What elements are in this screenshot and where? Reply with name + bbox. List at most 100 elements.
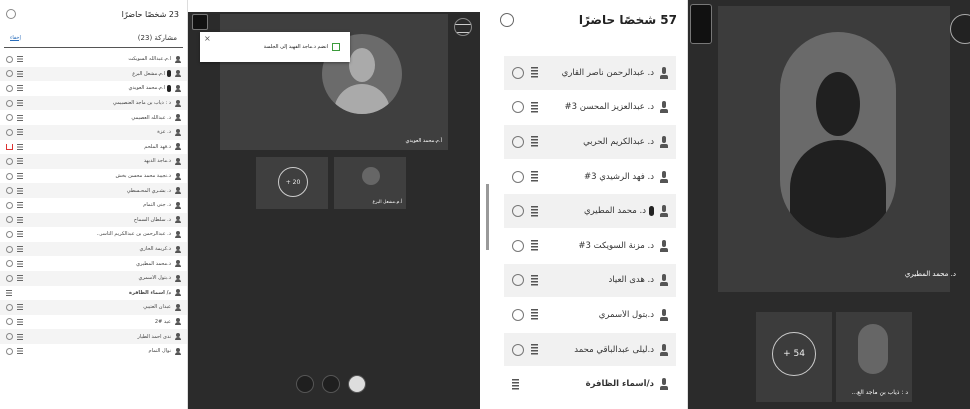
menu-icon[interactable] xyxy=(17,318,23,325)
menu-icon[interactable] xyxy=(512,378,519,390)
more-icon[interactable] xyxy=(6,187,13,195)
participant-row[interactable]: د.بتول الأسمري xyxy=(0,270,187,286)
menu-icon[interactable] xyxy=(17,187,23,194)
more-icon[interactable] xyxy=(6,333,13,341)
more-icon[interactable] xyxy=(512,135,524,148)
menu-icon[interactable] xyxy=(17,100,23,107)
participant-row[interactable]: أ.م.محمد العويدي xyxy=(0,81,187,96)
more-icon[interactable] xyxy=(6,318,13,326)
more-icon[interactable] xyxy=(6,274,13,282)
menu-icon[interactable] xyxy=(531,136,538,148)
menu-icon[interactable] xyxy=(17,202,23,209)
menu-icon[interactable] xyxy=(17,143,23,150)
more-icon[interactable] xyxy=(512,274,524,287)
menu-icon[interactable] xyxy=(17,85,23,92)
hamburger-menu-icon[interactable] xyxy=(950,14,970,44)
more-icon[interactable] xyxy=(6,245,13,253)
menu-icon[interactable] xyxy=(531,274,538,286)
participant-row[interactable]: د. جنى التمام xyxy=(0,198,187,213)
menu-icon[interactable] xyxy=(531,171,538,183)
participant-tile[interactable]: د : ذياب بن ماجد الع... xyxy=(836,312,912,402)
more-icon[interactable] xyxy=(512,66,524,79)
participant-tile[interactable]: أ.م.مشعل البرغ xyxy=(334,157,406,209)
menu-icon[interactable] xyxy=(17,304,23,311)
menu-icon[interactable] xyxy=(531,344,538,356)
mic-off-icon[interactable] xyxy=(322,375,340,393)
participant-row[interactable]: د. بشـري المحـسطي xyxy=(0,183,187,198)
more-icon[interactable] xyxy=(6,303,13,311)
menu-icon[interactable] xyxy=(17,260,23,267)
more-icon[interactable] xyxy=(512,205,524,218)
menu-icon[interactable] xyxy=(17,275,23,282)
more-icon[interactable] xyxy=(6,347,13,355)
participant-row[interactable]: د.كريمة الحازي xyxy=(0,241,187,257)
menu-icon[interactable] xyxy=(531,101,538,113)
participant-row[interactable]: د. عزة xyxy=(0,124,187,140)
hide-link[interactable]: إخفاء xyxy=(10,35,21,41)
participant-row[interactable]: نوال التمام xyxy=(0,344,187,359)
more-options-icon[interactable] xyxy=(6,9,16,19)
participant-row[interactable]: د/أسماء الظافرة xyxy=(504,367,676,402)
participant-row[interactable]: أ.م.عبدالله السويكت xyxy=(0,52,187,67)
more-icon[interactable] xyxy=(6,99,13,107)
camera-off-icon[interactable] xyxy=(296,375,314,393)
menu-icon[interactable] xyxy=(531,67,538,79)
menu-icon[interactable] xyxy=(17,216,23,223)
more-icon[interactable] xyxy=(6,216,13,224)
participant-row[interactable]: د.ماجد الدبهد xyxy=(0,154,187,169)
more-icon[interactable] xyxy=(6,157,13,165)
more-icon[interactable] xyxy=(6,70,13,78)
participant-row[interactable]: د.فهد الملحم xyxy=(0,140,187,155)
participant-row[interactable]: د. عبدالرحمن بن عبدالكريم التاسر.. xyxy=(0,227,187,242)
participant-row[interactable]: د.ليلى عبدالباقي محمد xyxy=(504,332,676,368)
menu-icon[interactable] xyxy=(17,70,23,77)
more-icon[interactable] xyxy=(6,260,13,268)
more-icon[interactable] xyxy=(6,230,13,238)
participant-row[interactable]: عبدان العتيبي xyxy=(0,300,187,315)
more-icon[interactable] xyxy=(6,114,13,122)
more-participants-tile[interactable]: + 20 xyxy=(256,157,328,209)
participant-row[interactable]: د.بتول الأسمري xyxy=(504,298,676,333)
menu-icon[interactable] xyxy=(17,129,23,136)
my-profile-icon[interactable] xyxy=(348,375,366,393)
more-icon[interactable] xyxy=(6,201,13,209)
menu-icon[interactable] xyxy=(17,333,23,340)
more-icon[interactable] xyxy=(6,172,13,180)
menu-icon[interactable] xyxy=(17,231,23,238)
menu-icon[interactable] xyxy=(17,173,23,180)
participant-row[interactable]: ندى أحمد الطيار xyxy=(0,329,187,344)
main-speaker-tile[interactable] xyxy=(718,6,950,292)
scrollbar[interactable] xyxy=(486,184,489,250)
more-participants-tile[interactable]: + 54 xyxy=(756,312,832,402)
participant-row[interactable]: د. عبدالرحمن ناصر القاري xyxy=(504,56,676,91)
more-icon[interactable] xyxy=(512,101,524,114)
menu-icon[interactable] xyxy=(17,158,23,165)
layout-icon[interactable] xyxy=(690,4,712,44)
more-options-icon[interactable] xyxy=(500,13,514,27)
menu-icon[interactable] xyxy=(17,246,23,253)
more-icon[interactable] xyxy=(6,128,13,136)
more-icon[interactable] xyxy=(512,239,524,252)
participant-row[interactable]: د : ذياب بن ماجد العنصبيمي xyxy=(0,95,187,111)
hamburger-menu-icon[interactable] xyxy=(454,18,472,36)
participant-row[interactable]: د.نجيبة محمد محسن بخش xyxy=(0,169,187,184)
menu-icon[interactable] xyxy=(17,114,23,121)
menu-icon[interactable] xyxy=(17,348,23,355)
close-icon[interactable]: × xyxy=(204,34,211,43)
more-icon[interactable] xyxy=(512,343,524,356)
participant-row[interactable]: د. فهد الرشيدي 3# xyxy=(504,160,676,195)
layout-icon[interactable] xyxy=(192,14,208,30)
participant-row[interactable]: د. عبدالعزيز المحسن 3# xyxy=(504,91,676,126)
more-icon[interactable] xyxy=(6,84,13,92)
participant-row[interactable]: د. محمد المطيري xyxy=(504,194,676,229)
menu-icon[interactable] xyxy=(531,205,538,217)
participant-row[interactable]: د. سلطان السماح xyxy=(0,212,187,228)
participant-row[interactable]: أ.م.مشعل البرغ xyxy=(0,66,187,82)
menu-icon[interactable] xyxy=(17,56,23,63)
participant-row[interactable]: د/ أسماء الظافرة xyxy=(0,286,187,301)
more-icon[interactable] xyxy=(512,170,524,183)
participant-row[interactable]: د. عبدالكريم الحربي xyxy=(504,125,676,160)
menu-icon[interactable] xyxy=(531,309,538,321)
participant-row[interactable]: د.محمد المطيري xyxy=(0,256,187,271)
menu-icon[interactable] xyxy=(531,240,538,252)
